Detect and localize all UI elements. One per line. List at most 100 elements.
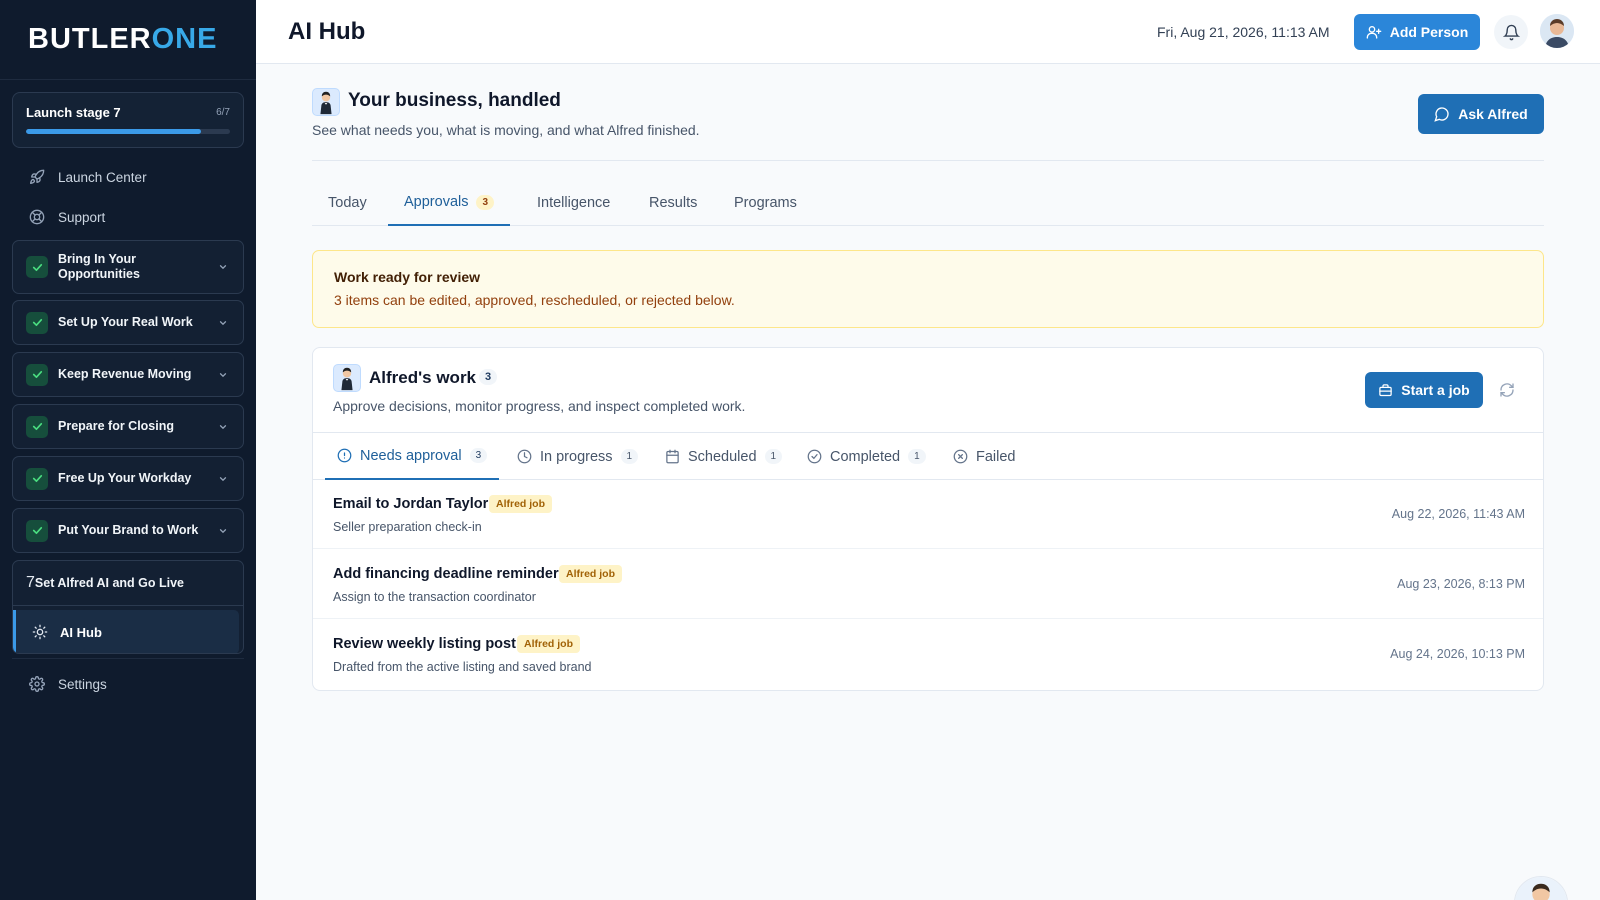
- subtab-scheduled[interactable]: Scheduled 1: [665, 433, 783, 480]
- alert-title: Work ready for review: [334, 269, 481, 285]
- step-set-alfred-ai-go-live: 7 Set Alfred AI and Go Live AI Hub: [12, 560, 244, 654]
- job-description: Drafted from the active listing and save…: [333, 660, 592, 674]
- job-title: Add financing deadline reminder: [333, 566, 559, 582]
- hero-subtitle: See what needs you, what is moving, and …: [312, 122, 700, 138]
- page-title: AI Hub: [288, 18, 366, 45]
- launch-stage-count: 6/7: [216, 107, 230, 118]
- notifications-button[interactable]: [1494, 15, 1528, 49]
- x-circle-icon: [953, 449, 968, 464]
- subtab-in-progress[interactable]: In progress 1: [517, 433, 639, 480]
- top-bar: AI Hub Fri, Aug 21, 2026, 11:13 AM Add P…: [256, 0, 1600, 64]
- rocket-icon: [28, 168, 46, 186]
- work-card-title: Alfred's work: [369, 368, 477, 387]
- nav-support-label: Support: [58, 209, 106, 225]
- clock-icon: [517, 449, 532, 464]
- check-icon: [26, 467, 48, 490]
- butler-avatar-icon: [1515, 877, 1567, 900]
- chevron-down-icon: [217, 261, 229, 273]
- step-free-up-workday[interactable]: Free Up Your Workday: [12, 456, 244, 501]
- check-icon: [26, 311, 48, 334]
- tab-programs[interactable]: Programs: [734, 180, 797, 226]
- butler-icon: [333, 364, 361, 392]
- work-status-tabs: Needs approval 3 In progress 1 Scheduled 1 …: [313, 432, 1543, 480]
- job-tag: Alfred job: [489, 495, 552, 513]
- launch-stage-title: Launch stage 7: [26, 105, 121, 120]
- nav-support[interactable]: Support: [12, 199, 244, 235]
- step-set-alfred-ai-header[interactable]: 7 Set Alfred AI and Go Live: [13, 561, 243, 606]
- subtab-completed[interactable]: Completed 1: [807, 433, 926, 480]
- lightbulb-icon: [32, 624, 48, 640]
- tab-today[interactable]: Today: [328, 180, 367, 226]
- add-person-button[interactable]: Add Person: [1354, 14, 1480, 50]
- job-row[interactable]: Add financing deadline reminder Alfred j…: [313, 550, 1543, 619]
- job-row[interactable]: Email to Jordan Taylor Alfred job Seller…: [313, 480, 1543, 549]
- nav-launch-center[interactable]: Launch Center: [12, 159, 244, 195]
- step-label: Prepare for Closing: [58, 419, 174, 433]
- nav-settings[interactable]: Settings: [12, 666, 244, 702]
- add-person-label: Add Person: [1389, 24, 1469, 40]
- step-prepare-for-closing[interactable]: Prepare for Closing: [12, 404, 244, 449]
- step-put-brand-to-work[interactable]: Put Your Brand to Work: [12, 508, 244, 553]
- briefcase-icon: [1379, 383, 1393, 396]
- start-job-label: Start a job: [1401, 382, 1470, 398]
- assistant-chat-launcher[interactable]: [1514, 876, 1568, 900]
- nav-settings-label: Settings: [58, 676, 107, 692]
- job-time: Aug 22, 2026, 11:43 AM: [1391, 507, 1525, 521]
- subtab-needs-approval[interactable]: Needs approval 3: [325, 433, 500, 480]
- job-description: Seller preparation check-in: [333, 520, 482, 534]
- subtab-failed[interactable]: Failed: [953, 433, 1016, 480]
- chat-bubble-icon: [1434, 107, 1449, 122]
- step-label: Bring In Your Opportunities: [58, 252, 140, 281]
- refresh-icon: [1500, 383, 1514, 397]
- refresh-button[interactable]: [1497, 380, 1517, 400]
- job-time: Aug 23, 2026, 8:13 PM: [1397, 577, 1525, 591]
- sidebar-item-ai-hub[interactable]: AI Hub: [13, 610, 239, 653]
- start-job-button[interactable]: Start a job: [1365, 372, 1483, 408]
- ask-alfred-button[interactable]: Ask Alfred: [1418, 94, 1544, 134]
- divider: [312, 160, 1544, 161]
- step-number-badge: 7: [26, 574, 35, 591]
- step-label: Keep Revenue Moving: [58, 367, 192, 381]
- launch-progress-fill: [26, 129, 201, 134]
- current-datetime: Fri, Aug 21, 2026, 11:13 AM: [1157, 24, 1330, 40]
- step-bring-in-opportunities[interactable]: Bring In Your Opportunities: [12, 240, 244, 294]
- check-icon: [26, 363, 48, 386]
- butler-icon: [312, 88, 340, 116]
- job-row[interactable]: Review weekly listing post Alfred job Dr…: [313, 620, 1543, 689]
- alfreds-work-card: Alfred's work 3 Approve decisions, monit…: [312, 347, 1544, 691]
- logo[interactable]: BUTLERONE: [0, 0, 256, 80]
- job-title: Email to Jordan Taylor: [333, 496, 489, 512]
- calendar-icon: [665, 449, 680, 464]
- tab-results[interactable]: Results: [649, 180, 697, 226]
- step-label: Put Your Brand to Work: [58, 523, 199, 537]
- gear-icon: [28, 675, 46, 693]
- sidebar-item-ai-hub-label: AI Hub: [60, 624, 102, 640]
- step-set-up-real-work[interactable]: Set Up Your Real Work: [12, 300, 244, 345]
- tab-intelligence[interactable]: Intelligence: [537, 180, 610, 226]
- approvals-count-badge: 3: [476, 194, 495, 210]
- person-avatar-icon: [1540, 14, 1574, 48]
- ask-alfred-label: Ask Alfred: [1458, 106, 1528, 122]
- check-circle-icon: [807, 449, 822, 464]
- chevron-down-icon: [217, 421, 229, 433]
- step-label: Free Up Your Workday: [58, 471, 192, 485]
- chevron-down-icon: [217, 525, 229, 537]
- check-icon: [26, 256, 48, 278]
- check-icon: [26, 415, 48, 438]
- job-title: Review weekly listing post: [333, 636, 516, 652]
- step-keep-revenue-moving[interactable]: Keep Revenue Moving: [12, 352, 244, 397]
- nav-launch-center-label: Launch Center: [58, 169, 147, 185]
- launch-progress-track: [26, 129, 230, 134]
- chevron-down-icon: [217, 317, 229, 329]
- job-time: Aug 24, 2026, 10:13 PM: [1390, 647, 1525, 661]
- alert-text: 3 items can be edited, approved, resched…: [334, 292, 735, 308]
- work-count-badge: 3: [479, 369, 498, 385]
- step-label: Set Up Your Real Work: [58, 315, 193, 329]
- tab-approvals[interactable]: Approvals 3: [388, 180, 511, 226]
- logo-text: BUTLERONE: [28, 23, 218, 55]
- bell-icon: [1502, 24, 1520, 40]
- user-plus-icon: [1366, 26, 1382, 39]
- user-avatar[interactable]: [1540, 14, 1574, 48]
- launch-stage-card[interactable]: Launch stage 7 6/7: [12, 92, 244, 148]
- job-tag: Alfred job: [559, 565, 622, 583]
